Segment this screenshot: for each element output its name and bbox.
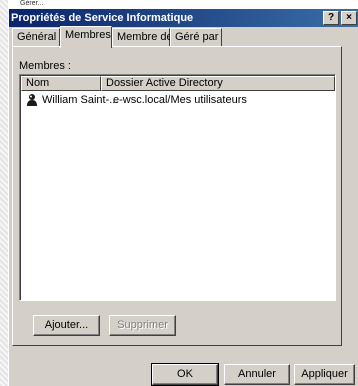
tab-managed-by[interactable]: Géré par: [170, 28, 222, 46]
tab-general[interactable]: Général: [12, 28, 60, 46]
ok-button[interactable]: OK: [151, 363, 219, 386]
tab-members[interactable]: Membres: [60, 26, 112, 48]
background-window-text: Gérer...: [20, 0, 44, 7]
cancel-button[interactable]: Annuler: [224, 364, 290, 385]
list-item[interactable]: William Saint-... e-wsc.local/Mes utilis…: [21, 92, 335, 109]
help-button[interactable]: ?: [323, 11, 339, 25]
window-title: Propriétés de Service Informatique: [11, 12, 194, 24]
add-button[interactable]: Ajouter...: [33, 315, 100, 336]
remove-button[interactable]: Supprimer: [109, 315, 176, 336]
apply-button[interactable]: Appliquer: [294, 364, 355, 385]
members-label: Membres :: [19, 60, 71, 72]
tab-member-of[interactable]: Membre de: [112, 28, 173, 46]
close-button[interactable]: ×: [341, 11, 357, 25]
member-folder: e-wsc.local/Mes utilisateurs: [113, 94, 247, 106]
member-name: William Saint-...: [42, 94, 119, 106]
column-header-folder[interactable]: Dossier Active Directory: [101, 76, 335, 91]
user-icon: [27, 94, 37, 106]
members-list[interactable]: Nom Dossier Active Directory William Sai…: [19, 74, 336, 301]
background-desktop: [0, 0, 8, 386]
column-header-name[interactable]: Nom: [21, 76, 101, 91]
title-bar: Propriétés de Service Informatique ? ×: [9, 9, 358, 27]
